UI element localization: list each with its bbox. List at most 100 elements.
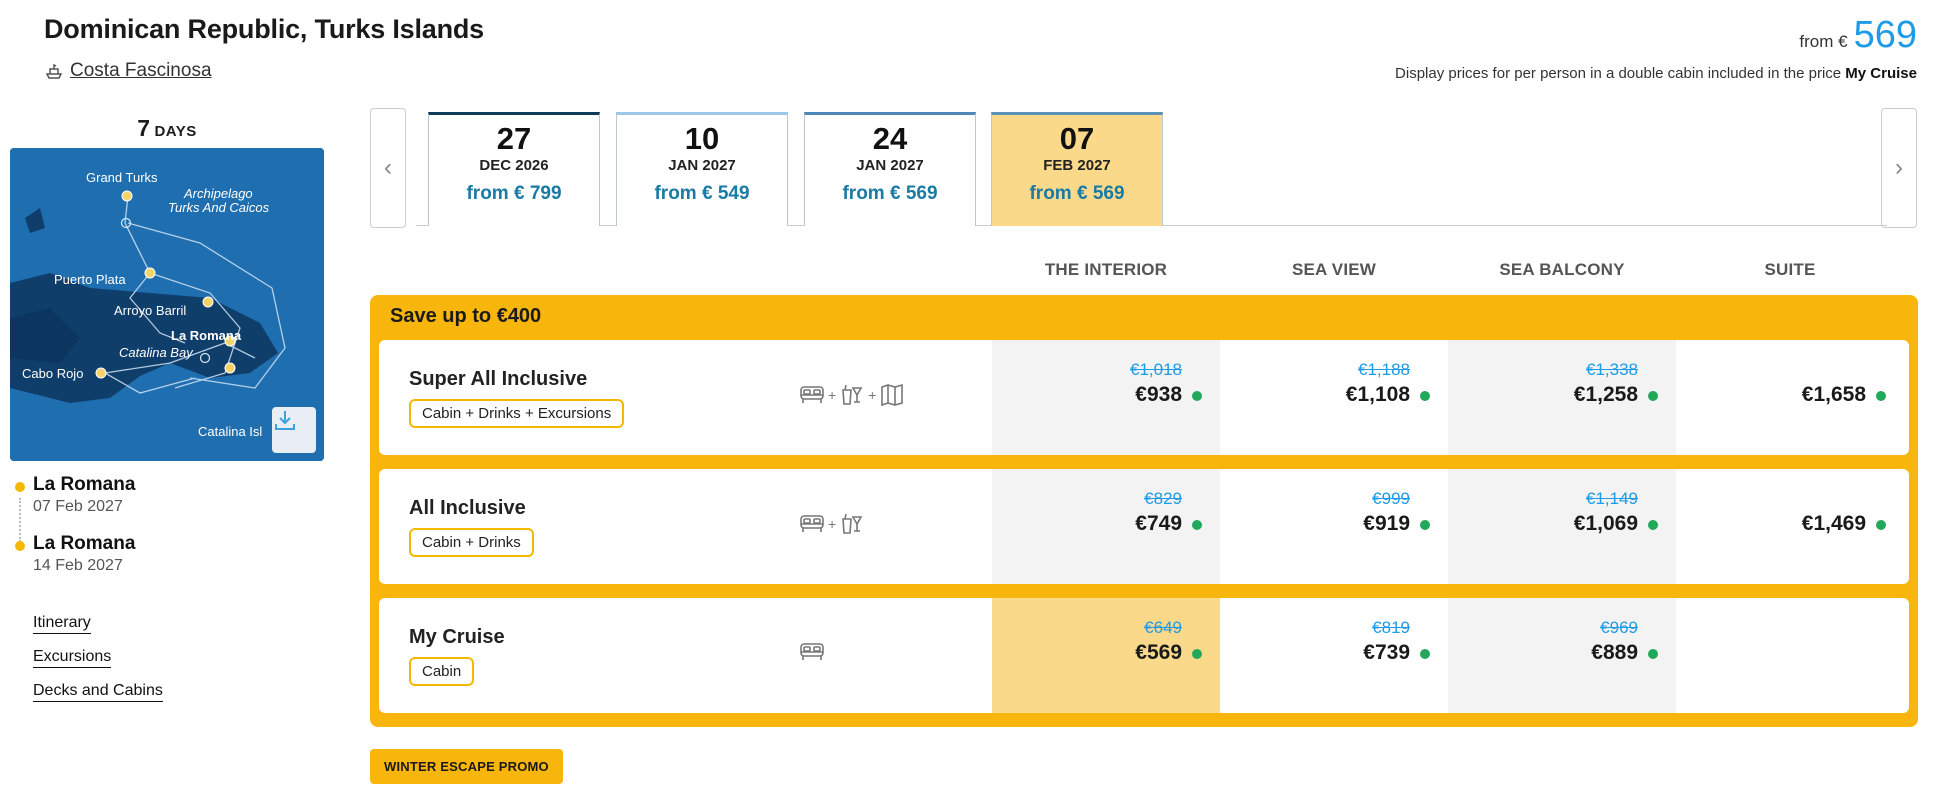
map-label-cabo-rojo: Cabo Rojo xyxy=(22,366,84,381)
arrival-dot xyxy=(15,541,25,551)
new-price: €938 xyxy=(992,383,1202,407)
price-disclaimer: Display prices for per person in a doubl… xyxy=(1395,65,1917,82)
bed-icon xyxy=(800,643,824,660)
price-cell-suite[interactable]: €1,469 xyxy=(1676,469,1904,584)
disclaimer-bold: My Cruise xyxy=(1845,65,1917,82)
old-price: €1,188 xyxy=(1358,360,1410,379)
offer-icons: + + xyxy=(799,382,905,408)
plus-sign: + xyxy=(828,516,837,532)
disclaimer-text: Display prices for per person in a doubl… xyxy=(1395,65,1842,82)
date-tab[interactable]: 27 DEC 2026 from € 799 xyxy=(428,112,600,226)
duration: 7 DAYS xyxy=(10,115,324,142)
drinks-icon xyxy=(842,513,863,534)
new-price: €749 xyxy=(992,512,1202,536)
tab-day: 24 xyxy=(872,121,908,156)
map-label-catalina-bay: Catalina Bay xyxy=(119,345,193,360)
chevron-right-icon: › xyxy=(1895,154,1903,181)
map-label-arroyo-barril: Arroyo Barril xyxy=(114,303,187,318)
map-icon xyxy=(881,383,904,407)
new-price: €1,658 xyxy=(1676,383,1886,407)
tab-month: DEC 2026 xyxy=(479,157,549,174)
decks-cabins-link[interactable]: Decks and Cabins xyxy=(33,682,163,702)
tab-month: FEB 2027 xyxy=(1043,157,1111,174)
itinerary-map[interactable]: Grand Turks Archipelago Turks And Caicos… xyxy=(10,148,324,461)
duration-number: 7 xyxy=(137,115,151,141)
chevron-left-icon: ‹ xyxy=(384,154,392,181)
new-price: €1,069 xyxy=(1448,512,1658,536)
tab-day: 07 xyxy=(1059,121,1095,156)
map-label-grand-turks: Grand Turks xyxy=(86,170,158,185)
price-cell-sea-view[interactable]: €819 €739 xyxy=(1220,598,1448,713)
old-price: €829 xyxy=(1144,489,1182,508)
plus-sign: + xyxy=(828,387,837,403)
duration-unit: DAYS xyxy=(154,123,197,140)
price-cell-interior-selected[interactable]: €649 €569 xyxy=(992,598,1220,713)
offer-badge: Cabin + Drinks xyxy=(409,528,534,557)
column-header-interior: THE INTERIOR xyxy=(1044,260,1168,279)
price-cell-sea-view[interactable]: €1,188 €1,108 xyxy=(1220,340,1448,455)
new-price: €569 xyxy=(992,641,1202,665)
price-cell-interior[interactable]: €1,018 €938 xyxy=(992,340,1220,455)
offer-icons: + xyxy=(799,511,865,537)
price-cell-suite[interactable]: €1,658 xyxy=(1676,340,1904,455)
price-cell-sea-balcony[interactable]: €1,338 €1,258 xyxy=(1448,340,1676,455)
map-label-turks-caicos: Turks And Caicos xyxy=(168,200,270,215)
offer-row-all-inclusive: All Inclusive Cabin + Drinks + €829 €749 … xyxy=(379,469,1909,584)
tab-day: 10 xyxy=(684,121,720,156)
offer-name: All Inclusive xyxy=(409,497,526,519)
map-label-la-romana: La Romana xyxy=(171,328,242,343)
new-price: €1,258 xyxy=(1448,383,1658,407)
prev-dates-button[interactable]: ‹ xyxy=(370,108,406,228)
excursions-link[interactable]: Excursions xyxy=(33,648,112,668)
bed-icon xyxy=(800,386,824,403)
price-from: from € 569 xyxy=(1799,14,1917,57)
map-label-catalina-island: Catalina Isl xyxy=(198,424,263,439)
column-header-sea-view: SEA VIEW xyxy=(1291,260,1377,279)
old-price: €1,018 xyxy=(1130,360,1182,379)
new-price: €1,108 xyxy=(1220,383,1430,407)
column-header-sea-balcony: SEA BALCONY xyxy=(1499,260,1625,279)
offer-badge: Cabin xyxy=(409,657,475,686)
port-name: La Romana xyxy=(33,474,136,495)
ship-name: Costa Fascinosa xyxy=(70,60,212,81)
price-cell-sea-view[interactable]: €999 €919 xyxy=(1220,469,1448,584)
port-date: 14 Feb 2027 xyxy=(33,557,123,574)
tab-price: from € 569 xyxy=(842,183,938,204)
map-label-puerto-plata: Puerto Plata xyxy=(54,272,126,287)
cruise-title: Dominican Republic, Turks Islands xyxy=(44,14,484,44)
date-tab[interactable]: 10 JAN 2027 from € 549 xyxy=(616,112,788,226)
new-price: €739 xyxy=(1220,641,1430,665)
departure-port: La Romana 07 Feb 2027 xyxy=(33,474,135,516)
offer-badge: Cabin + Drinks + Excursions xyxy=(409,399,625,428)
ship-link[interactable]: Costa Fascinosa xyxy=(44,60,212,82)
price-cell-suite-empty xyxy=(1676,598,1904,713)
plus-sign: + xyxy=(868,387,877,403)
detail-links: Itinerary Excursions Decks and Cabins xyxy=(33,614,163,716)
old-price: €999 xyxy=(1372,489,1410,508)
map-download-button[interactable] xyxy=(272,407,316,453)
tab-price: from € 569 xyxy=(1029,183,1125,204)
old-price: €969 xyxy=(1600,618,1638,637)
next-dates-button[interactable]: › xyxy=(1881,108,1917,228)
date-tab[interactable]: 24 JAN 2027 from € 569 xyxy=(804,112,976,226)
tab-price: from € 549 xyxy=(654,183,750,204)
price-from-value: 569 xyxy=(1853,14,1917,56)
new-price: €889 xyxy=(1448,641,1658,665)
port-name: La Romana xyxy=(33,533,136,554)
old-price: €1,149 xyxy=(1586,489,1638,508)
tab-day: 27 xyxy=(496,121,532,156)
port-date: 07 Feb 2027 xyxy=(33,498,123,515)
offer-icons xyxy=(799,640,825,664)
date-tab-selected[interactable]: 07 FEB 2027 from € 569 xyxy=(991,112,1163,226)
offer-name: Super All Inclusive xyxy=(409,368,588,390)
tab-price: from € 799 xyxy=(466,183,562,204)
price-cell-sea-balcony[interactable]: €1,149 €1,069 xyxy=(1448,469,1676,584)
bed-icon xyxy=(800,515,824,532)
departure-dot xyxy=(15,482,25,492)
ship-icon xyxy=(45,63,63,79)
offer-row-super-all-inclusive: Super All Inclusive Cabin + Drinks + Exc… xyxy=(379,340,1909,455)
price-cell-sea-balcony[interactable]: €969 €889 xyxy=(1448,598,1676,713)
promo-badge[interactable]: WINTER ESCAPE PROMO xyxy=(370,749,563,784)
price-cell-interior[interactable]: €829 €749 xyxy=(992,469,1220,584)
itinerary-link[interactable]: Itinerary xyxy=(33,614,91,634)
